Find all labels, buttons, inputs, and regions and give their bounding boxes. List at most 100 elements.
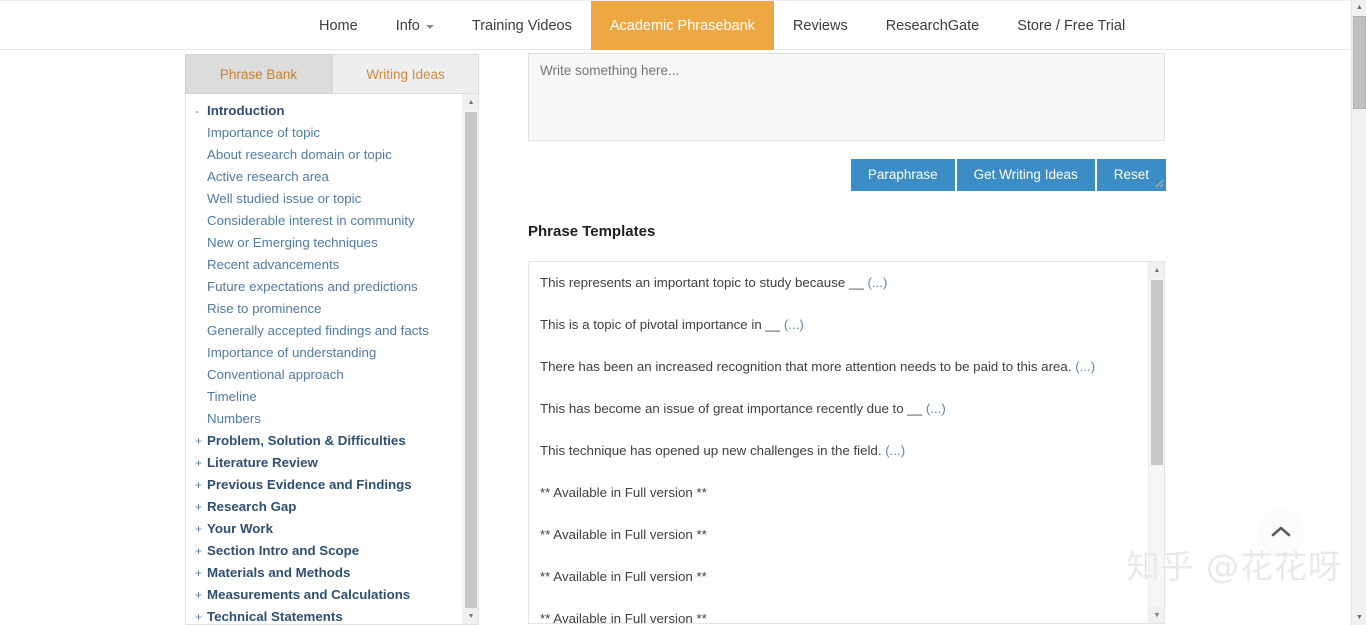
tab-writing-ideas[interactable]: Writing Ideas [332, 54, 479, 94]
nav-item-training-videos[interactable]: Training Videos [453, 1, 591, 50]
tree-child-item[interactable]: Rise to prominence [186, 298, 462, 320]
nav-item-label: Store / Free Trial [1017, 17, 1126, 34]
expand-icon[interactable]: + [195, 496, 207, 518]
tree-item-label: Active research area [207, 169, 329, 184]
phrase-template-item[interactable]: ** Available in Full version ** [529, 568, 1147, 586]
get-writing-ideas-button[interactable]: Get Writing Ideas [956, 159, 1095, 191]
sidebar-tabs: Phrase Bank Writing Ideas [185, 54, 479, 94]
paraphrase-button[interactable]: Paraphrase [850, 159, 955, 191]
nav-item-label: Info [395, 17, 420, 34]
tree-child-item[interactable]: About research domain or topic [186, 144, 462, 166]
phrase-templates-heading: Phrase Templates [528, 223, 656, 240]
tree-child-item[interactable]: Future expectations and predictions [186, 276, 462, 298]
tree-group-item[interactable]: + Research Gap [186, 496, 462, 518]
main-nav: Home Info Training Videos Academic Phraseba… [0, 1, 1351, 50]
page-scroll-up-arrow-icon[interactable]: ▲ [1352, 0, 1366, 15]
phrase-template-item[interactable]: ** Available in Full version ** [529, 526, 1147, 544]
phrase-template-item[interactable]: This technique has opened up new challen… [529, 442, 1147, 460]
phrase-template-item[interactable]: This represents an important topic to st… [529, 274, 1147, 292]
expand-icon[interactable]: + [195, 606, 207, 624]
tree-group-item[interactable]: + Your Work [186, 518, 462, 540]
tree-child-item[interactable]: Recent advancements [186, 254, 462, 276]
nav-item-info[interactable]: Info [377, 1, 453, 50]
reset-button[interactable]: Reset [1096, 159, 1166, 191]
nav-item-academic-phrasebank[interactable]: Academic Phrasebank [590, 1, 774, 50]
page-scrollbar[interactable]: ▲ ▼ [1351, 0, 1366, 625]
tree-item-label: About research domain or topic [207, 147, 392, 162]
tree-child-item[interactable]: New or Emerging techniques [186, 232, 462, 254]
tree-group-item[interactable]: + Literature Review [186, 452, 462, 474]
scroll-down-arrow-icon[interactable]: ▼ [463, 608, 478, 624]
phrase-template-item[interactable]: This is a topic of pivotal importance in… [529, 316, 1147, 334]
phrase-template-text: There has been an increased recognition … [540, 359, 1076, 374]
tree-child-item[interactable]: Considerable interest in community [186, 210, 462, 232]
scroll-to-top-button[interactable] [1259, 509, 1303, 553]
phrase-bank-tree: - Introduction Importance of topic About re… [186, 94, 462, 624]
tree-child-item[interactable]: Importance of understanding [186, 342, 462, 364]
tree-child-item[interactable]: Numbers [186, 408, 462, 430]
expand-icon[interactable]: + [195, 562, 207, 584]
templates-scroll-up-arrow-icon[interactable]: ▲ [1149, 262, 1164, 278]
tree-child-item[interactable]: Active research area [186, 166, 462, 188]
phrase-template-text: ** Available in Full version ** [540, 485, 707, 500]
tree-item-label: Well studied issue or topic [207, 191, 362, 206]
tree-group-item[interactable]: + Section Intro and Scope [186, 540, 462, 562]
tree-group-item[interactable]: + Technical Statements [186, 606, 462, 624]
phrase-template-expand-link[interactable]: (...) [1075, 359, 1095, 374]
tab-phrase-bank[interactable]: Phrase Bank [185, 54, 332, 94]
phrase-template-item[interactable]: There has been an increased recognition … [529, 358, 1147, 376]
tree-item-label: Future expectations and predictions [207, 279, 418, 294]
phrase-template-item[interactable]: ** Available in Full version ** [529, 610, 1147, 623]
phrase-template-expand-link[interactable]: (...) [867, 275, 887, 290]
collapse-icon[interactable]: - [195, 100, 207, 122]
tree-item-label: Section Intro and Scope [207, 543, 360, 558]
tree-group-item[interactable]: + Problem, Solution & Difficulties [186, 430, 462, 452]
tree-child-item[interactable]: Timeline [186, 386, 462, 408]
phrase-template-expand-link[interactable]: (...) [885, 443, 905, 458]
templates-scroll-down-arrow-icon[interactable]: ▼ [1149, 607, 1164, 623]
scroll-up-arrow-icon[interactable]: ▲ [463, 94, 478, 110]
phrase-template-text: ** Available in Full version ** [540, 527, 707, 542]
phrase-template-item[interactable]: This has become an issue of great import… [529, 400, 1147, 418]
nav-item-home[interactable]: Home [300, 1, 377, 50]
page-scroll-down-arrow-icon[interactable]: ▼ [1352, 610, 1366, 625]
tree-group-item[interactable]: - Introduction [186, 100, 462, 122]
nav-item-label: Training Videos [471, 17, 572, 34]
nav-item-label: Academic Phrasebank [609, 17, 755, 34]
tab-label: Phrase Bank [219, 66, 298, 82]
tree-group-item[interactable]: + Previous Evidence and Findings [186, 474, 462, 496]
tree-group-item[interactable]: + Measurements and Calculations [186, 584, 462, 606]
templates-scrollbar-thumb[interactable] [1151, 280, 1163, 465]
tree-item-label: Timeline [207, 389, 257, 404]
phrase-templates-list: This represents an important topic to st… [529, 262, 1147, 623]
top-navigation-bar: Home Info Training Videos Academic Phraseba… [0, 0, 1351, 50]
sidebar-scrollbar-thumb[interactable] [465, 112, 477, 617]
tree-child-item[interactable]: Importance of topic [186, 122, 462, 144]
tree-child-item[interactable]: Generally accepted findings and facts [186, 320, 462, 342]
phrase-templates-panel: This represents an important topic to st… [528, 261, 1165, 624]
tree-child-item[interactable]: Conventional approach [186, 364, 462, 386]
expand-icon[interactable]: + [195, 518, 207, 540]
expand-icon[interactable]: + [195, 584, 207, 606]
tree-group-item[interactable]: + Materials and Methods [186, 562, 462, 584]
phrase-template-text: This technique has opened up new challen… [540, 443, 886, 458]
sidebar-scrollbar[interactable]: ▲ ▼ [462, 94, 478, 624]
nav-item-researchgate[interactable]: ResearchGate [867, 1, 999, 50]
phrase-template-item[interactable]: ** Available in Full version ** [529, 484, 1147, 502]
nav-item-reviews[interactable]: Reviews [774, 1, 867, 50]
templates-scrollbar[interactable]: ▲ ▼ [1148, 262, 1164, 623]
expand-icon[interactable]: + [195, 430, 207, 452]
expand-icon[interactable]: + [195, 474, 207, 496]
text-input-area[interactable] [528, 53, 1165, 141]
tree-item-label: Materials and Methods [207, 565, 351, 580]
phrase-template-expand-link[interactable]: (...) [926, 401, 946, 416]
phrase-template-text: This is a topic of pivotal importance in… [540, 317, 784, 332]
expand-icon[interactable]: + [195, 540, 207, 562]
tree-item-label: Importance of understanding [207, 345, 377, 360]
expand-icon[interactable]: + [195, 452, 207, 474]
nav-item-store-free-trial[interactable]: Store / Free Trial [998, 1, 1144, 50]
tree-item-label: Previous Evidence and Findings [207, 477, 412, 492]
tree-child-item[interactable]: Well studied issue or topic [186, 188, 462, 210]
phrase-template-expand-link[interactable]: (...) [784, 317, 804, 332]
page-scrollbar-thumb[interactable] [1353, 16, 1366, 109]
